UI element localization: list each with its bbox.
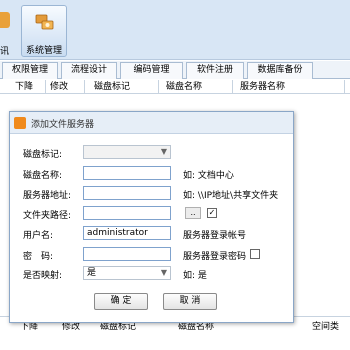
- dialog-app-icon: [14, 117, 26, 129]
- disk-mark-select[interactable]: ▼: [83, 145, 171, 159]
- column-divider: [84, 80, 85, 94]
- username-label: 用户名:: [23, 231, 54, 241]
- password-hint: 服务器登录密码: [183, 252, 247, 262]
- grid-header: 下降 修改 磁盘标记 磁盘名称 服务器名称: [0, 80, 350, 94]
- disk-name-hint: 如: 文档中心: [183, 171, 234, 181]
- tab-code-management[interactable]: 编码管理: [120, 62, 183, 79]
- toolbar-item-system-management-label: 系统管理: [25, 46, 62, 56]
- tab-database-backup[interactable]: 数据库备份: [247, 62, 313, 79]
- dialog-title: 添加文件服务器: [31, 120, 95, 130]
- tab-workflow-design[interactable]: 流程设计: [61, 62, 117, 79]
- column-divider: [232, 80, 233, 94]
- toolbar-item-message-label: 讯: [0, 47, 10, 57]
- server-address-input[interactable]: [83, 186, 171, 200]
- toolbar-item-system-management[interactable]: 系统管理: [21, 5, 67, 57]
- folder-path-label: 文件夹路径:: [23, 211, 72, 221]
- column-header-disk-name[interactable]: 磁盘名称: [166, 81, 202, 93]
- username-input[interactable]: administrator: [83, 226, 171, 240]
- disk-mark-label: 磁盘标记:: [23, 150, 63, 160]
- toolbar-item-message[interactable]: 讯: [0, 6, 16, 57]
- is-mapped-value: 是: [87, 268, 97, 278]
- password-input[interactable]: [83, 247, 171, 261]
- ok-button[interactable]: 确 定: [94, 293, 148, 310]
- is-mapped-label: 是否映射:: [23, 271, 63, 281]
- column-header-server-name[interactable]: 服务器名称: [240, 81, 285, 93]
- disk-name-label: 磁盘名称:: [23, 171, 63, 181]
- password-label: 密 码:: [23, 252, 54, 262]
- tab-strip: 权限管理 流程设计 编码管理 软件注册 数据库备份: [0, 61, 350, 79]
- chevron-down-icon: ▼: [160, 147, 167, 156]
- folder-path-input[interactable]: [83, 206, 171, 220]
- show-password-checkbox[interactable]: [250, 249, 260, 259]
- username-hint: 服务器登录帐号: [183, 231, 247, 241]
- dialog-titlebar[interactable]: 添加文件服务器: [10, 112, 293, 134]
- is-mapped-select[interactable]: 是 ▼: [83, 266, 171, 280]
- browse-button[interactable]: ..: [185, 207, 201, 219]
- system-management-icon: [35, 14, 54, 30]
- column-header-edit[interactable]: 修改: [50, 81, 68, 93]
- tab-permissions[interactable]: 权限管理: [2, 62, 58, 79]
- tab-software-registration[interactable]: 软件注册: [186, 62, 244, 79]
- server-address-label: 服务器地址:: [23, 191, 72, 201]
- top-toolbar: 讯 系统管理: [0, 0, 350, 60]
- column-divider: [45, 80, 46, 94]
- folder-path-checkbox[interactable]: ✓: [207, 208, 217, 218]
- column-divider: [344, 80, 345, 94]
- column-divider: [158, 80, 159, 94]
- disk-name-input[interactable]: [83, 166, 171, 180]
- message-icon: [0, 12, 10, 28]
- add-file-server-dialog: 添加文件服务器 磁盘标记: ▼ 磁盘名称: 如: 文档中心 服务器地址: 如: …: [9, 111, 294, 323]
- is-mapped-hint: 如: 是: [183, 271, 207, 281]
- cancel-button[interactable]: 取 消: [163, 293, 217, 310]
- chevron-down-icon: ▼: [160, 268, 167, 277]
- server-address-hint: 如: \\IP地址\共享文件夹: [183, 191, 279, 201]
- column-header-disk-mark[interactable]: 磁盘标记: [94, 81, 130, 93]
- column-header-down[interactable]: 下降: [15, 81, 33, 93]
- bottom-col-space-type: 空间类: [312, 322, 340, 332]
